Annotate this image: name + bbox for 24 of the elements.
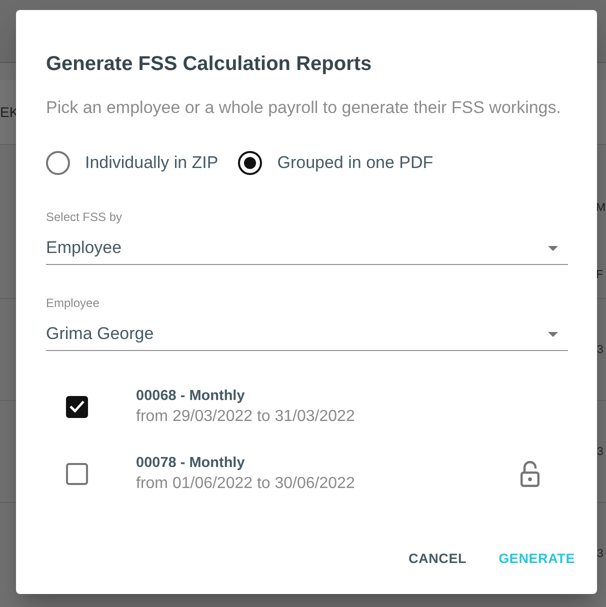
caret-icon xyxy=(548,332,558,336)
field-label: Select FSS by xyxy=(46,209,122,225)
payroll-period: from 01/06/2022 to 30/06/2022 xyxy=(136,474,355,494)
table-header-text: F xyxy=(596,268,604,283)
caret-icon xyxy=(548,246,558,250)
payroll-period: from 29/03/2022 to 31/03/2022 xyxy=(136,406,355,426)
radio-icon[interactable] xyxy=(46,151,70,175)
table-cell-text: 3 xyxy=(597,342,604,358)
table-cell-text: 3 xyxy=(597,444,604,460)
field-label: Employee xyxy=(46,295,100,311)
select-field[interactable]: Grima George xyxy=(46,322,568,351)
table-header-text: M xyxy=(596,201,606,216)
cancel-button[interactable]: CANCEL xyxy=(400,540,475,576)
checkbox[interactable] xyxy=(66,396,88,418)
radio-option[interactable]: Grouped in one PDF xyxy=(238,149,434,177)
dialog-description: Pick an employee or a whole payroll to generate their FSS workings. xyxy=(46,97,562,119)
payroll-title: 00068 - Monthly xyxy=(136,386,245,406)
radio-icon[interactable] xyxy=(238,151,262,175)
dialog-title: Generate FSS Calculation Reports xyxy=(46,52,373,77)
radio-option[interactable]: Individually in ZIP xyxy=(46,149,218,177)
table-cell-text: 3 xyxy=(597,546,604,562)
select-field[interactable]: Employee xyxy=(46,236,568,265)
checkbox[interactable] xyxy=(66,462,88,484)
payroll-title: 00078 - Monthly xyxy=(136,454,245,472)
